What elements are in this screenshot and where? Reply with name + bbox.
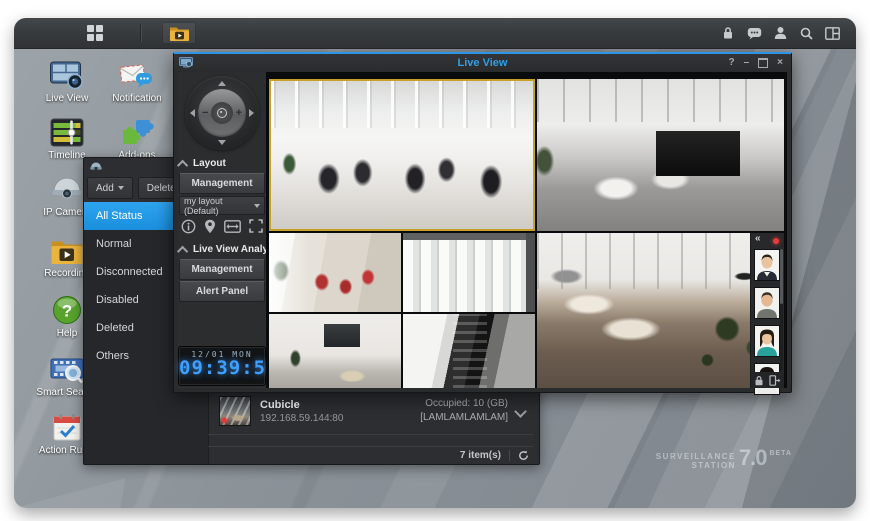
camera-group: [LAMLAMLAMLAM] (420, 411, 508, 425)
desktop: Live View Notification Timeline Add-ons … (14, 18, 856, 508)
main-menu-grid-icon (87, 25, 103, 41)
camera-thumbnail (219, 396, 251, 426)
window-title: Live View (174, 57, 791, 69)
timeline-icon (32, 115, 102, 147)
item-count: 7 item(s) (460, 450, 501, 461)
ptz-home-button[interactable] (211, 102, 233, 124)
recording-folder-icon (169, 25, 190, 41)
dropdown-caret-icon (254, 204, 260, 208)
ptz-right-icon[interactable] (249, 109, 254, 117)
maximize-button[interactable] (758, 58, 768, 68)
help-button[interactable]: ? (728, 57, 734, 68)
face-detection-panel: « (750, 233, 784, 388)
ip-camera-window-icon (89, 161, 103, 173)
collapse-panel-button[interactable]: « (755, 233, 761, 244)
lock-icon[interactable] (754, 375, 764, 386)
live-view-icon (32, 58, 102, 90)
collapse-chevron-icon (177, 159, 188, 170)
brand-beta-tag: BETA (769, 450, 792, 457)
camera-feed-7[interactable] (537, 233, 784, 388)
camera-feed-2[interactable] (537, 79, 784, 231)
ptz-left-icon[interactable] (190, 109, 195, 117)
location-pin-icon[interactable] (204, 219, 216, 234)
layout-section-header[interactable]: Layout (180, 158, 264, 169)
search-icon[interactable] (798, 25, 814, 41)
desktop-icon-notification[interactable]: Notification (102, 58, 172, 104)
dropdown-caret-icon (118, 186, 124, 190)
layout-select[interactable]: my layout (Default) (179, 196, 265, 215)
desktop-icon-label: Notification (102, 93, 172, 104)
chevron-down-icon[interactable] (514, 405, 527, 418)
desktop-icon-add-ons[interactable]: Add-ons (102, 115, 172, 161)
recording-indicator-icon (773, 238, 779, 244)
refresh-icon[interactable] (518, 450, 529, 461)
faces-scrollbar[interactable] (780, 249, 783, 371)
camera-name: Cubicle (260, 399, 420, 411)
exit-door-icon[interactable] (769, 375, 781, 386)
collapse-chevron-icon (177, 245, 188, 256)
taskbar-divider (140, 24, 141, 42)
svg-text:?: ? (62, 302, 72, 321)
desktop-icon-timeline[interactable]: Timeline (32, 115, 102, 161)
video-grid: « (266, 72, 787, 388)
layout-tools (179, 217, 265, 235)
face-thumbnail-1[interactable] (754, 249, 780, 281)
minimize-button[interactable]: – (744, 57, 750, 68)
chat-icon[interactable] (746, 25, 762, 41)
fullscreen-icon[interactable] (249, 219, 263, 233)
zoom-out-button[interactable]: − (202, 107, 208, 119)
camera-list-row[interactable]: Cubicle 192.168.59.144:80 Occupied: 10 (… (208, 388, 533, 435)
alert-panel-button[interactable]: Alert Panel (179, 281, 265, 302)
add-button[interactable]: Add (87, 177, 133, 199)
main-menu-button[interactable] (80, 22, 110, 44)
analytics-section-header[interactable]: Live View Analytics (180, 244, 264, 255)
camera-feed-1-selected[interactable] (269, 79, 535, 231)
face-thumbnail-3[interactable] (754, 325, 780, 357)
ptz-joystick[interactable]: − + (185, 76, 259, 150)
ptz-down-icon[interactable] (218, 140, 226, 145)
widgets-icon[interactable] (824, 25, 840, 41)
surveillance-station-logo: SURVEILLANCE STATION 7.0 BETA (656, 447, 792, 470)
clock-time: 09:39:50 (179, 359, 265, 379)
face-thumbnail-2[interactable] (754, 287, 780, 319)
brand-line2: STATION (656, 461, 736, 470)
digital-clock: 12/01 MON 09:39:50 (178, 346, 266, 386)
user-icon[interactable] (772, 25, 788, 41)
analytics-management-button[interactable]: Management (179, 259, 265, 280)
live-view-titlebar[interactable]: Live View ? – × (174, 54, 791, 71)
camera-feed-5[interactable] (269, 314, 401, 388)
layout-management-button[interactable]: Management (179, 173, 265, 194)
brand-line1: SURVEILLANCE (656, 452, 736, 461)
camera-list-footer: 7 item(s) (208, 446, 533, 464)
info-icon[interactable] (181, 219, 196, 234)
ptz-up-icon[interactable] (218, 81, 226, 86)
screen: Live View Notification Timeline Add-ons … (0, 0, 870, 521)
camera-storage: Occupied: 10 (GB) (420, 397, 508, 411)
close-button[interactable]: × (777, 57, 783, 68)
camera-feed-6[interactable] (403, 314, 535, 388)
live-view-window[interactable]: Live View ? – × − + Layout (173, 52, 792, 393)
desktop-icon-label: Live View (32, 93, 102, 104)
taskbar-open-app-button[interactable] (162, 22, 196, 44)
camera-address: 192.168.59.144:80 (260, 413, 420, 424)
add-ons-icon (102, 115, 172, 147)
taskbar-tray (720, 18, 840, 48)
brand-version: 7.0 (739, 447, 767, 469)
camera-feed-3[interactable] (269, 233, 401, 312)
fit-width-icon[interactable] (224, 220, 241, 233)
live-view-sidebar: − + Layout Management my layout (Default… (178, 72, 266, 388)
taskbar (14, 18, 856, 49)
lock-icon[interactable] (720, 25, 736, 41)
camera-feed-4[interactable] (403, 233, 535, 312)
notification-icon (102, 58, 172, 90)
zoom-in-button[interactable]: + (236, 107, 242, 119)
desktop-icon-live-view[interactable]: Live View (32, 58, 102, 104)
